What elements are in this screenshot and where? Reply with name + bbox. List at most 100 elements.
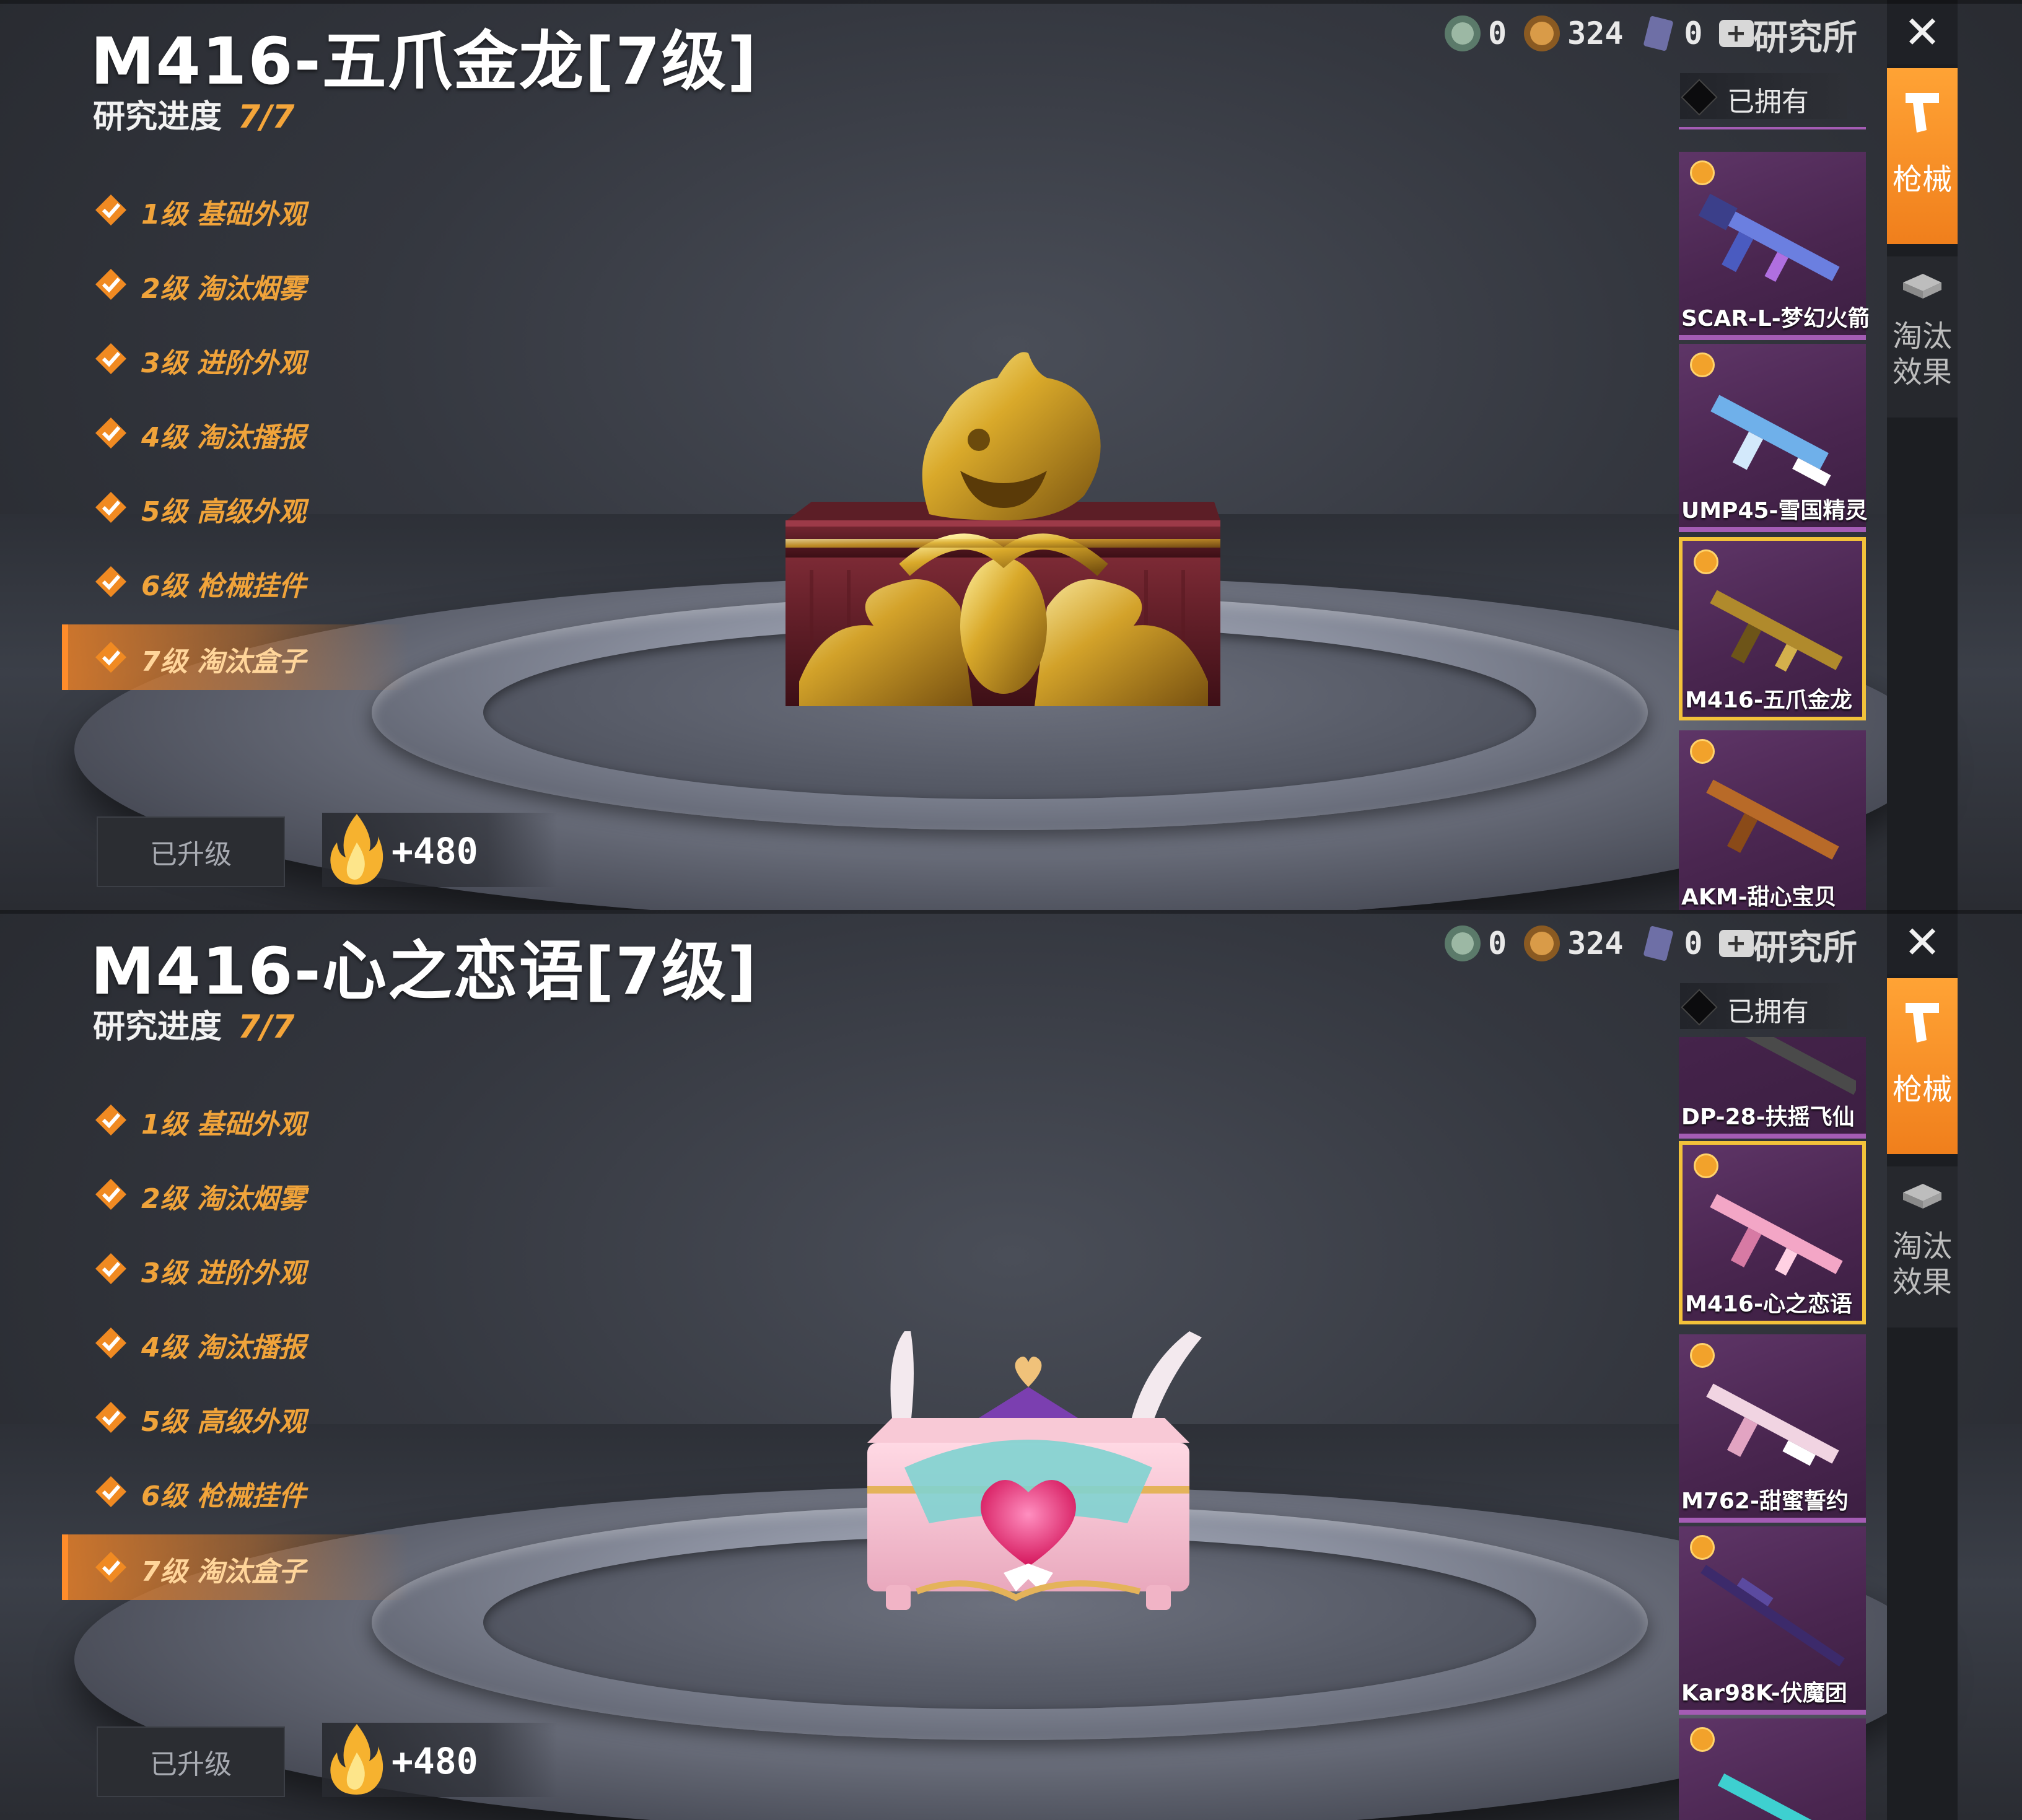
skin-card[interactable]: SCAR-L-梦幻火箭 bbox=[1679, 152, 1868, 340]
flame-icon bbox=[330, 1724, 383, 1795]
check-diamond-icon bbox=[95, 1402, 126, 1433]
check-diamond-icon bbox=[95, 1105, 126, 1135]
level-label: 7级 淘汰盒子 bbox=[141, 646, 306, 678]
level-label: 1级 基础外观 bbox=[141, 199, 306, 230]
rarity-badge-icon bbox=[1694, 549, 1718, 574]
rarity-badge-icon bbox=[1690, 352, 1715, 377]
level-item-1[interactable]: 1级 基础外观 bbox=[62, 173, 409, 248]
skin-card-partial[interactable] bbox=[1679, 1718, 1866, 1820]
pistol-icon bbox=[1906, 93, 1939, 133]
skin-card[interactable]: M762-甜蜜誓约 bbox=[1679, 1334, 1866, 1523]
page-title: M416-心之恋语[7级] bbox=[90, 934, 758, 1009]
level-item-7[interactable]: 7级 淘汰盒子 bbox=[62, 1534, 409, 1600]
check-diamond-icon bbox=[95, 1179, 126, 1210]
check-diamond-icon bbox=[95, 1253, 126, 1284]
reward-display: +480 bbox=[322, 813, 558, 887]
research-progress: 研究进度 7/7 bbox=[93, 90, 294, 137]
skin-card-selected[interactable]: M416-五爪金龙 bbox=[1679, 537, 1866, 720]
plus-icon[interactable]: + bbox=[1718, 19, 1754, 48]
level-item-3[interactable]: 3级 进阶外观 bbox=[62, 322, 409, 396]
level-label: 5级 高级外观 bbox=[141, 496, 306, 528]
tab-effect-label: 淘汰 效果 bbox=[1892, 1229, 1952, 1300]
check-diamond-icon bbox=[95, 566, 126, 597]
level-item-7[interactable]: 7级 淘汰盒子 bbox=[62, 624, 409, 690]
sniper-icon bbox=[1700, 1565, 1845, 1667]
skin-name: DP-28-扶摇飞仙 bbox=[1681, 1105, 1855, 1130]
check-diamond-icon bbox=[95, 492, 126, 523]
currency-value-c: 0 bbox=[1684, 15, 1703, 51]
progress-value: 7/7 bbox=[238, 1008, 295, 1046]
level-list: 1级 基础外观 2级 淘汰烟雾 3级 进阶外观 4级 淘汰播报 5级 高级外观 … bbox=[62, 173, 409, 690]
coin-icon bbox=[1445, 15, 1481, 51]
crate-icon bbox=[1903, 1184, 1941, 1209]
skin-card[interactable]: DP-28-扶摇飞仙 bbox=[1679, 1037, 1866, 1139]
skin-card-selected[interactable]: M416-心之恋语 bbox=[1679, 1141, 1866, 1324]
rifle-icon bbox=[1710, 1194, 1843, 1276]
research-panel-top: M416-五爪金龙[7级] 研究进度 7/7 1级 基础外观 2级 淘汰烟雾 3级… bbox=[0, 0, 2022, 910]
skin-name: M416-五爪金龙 bbox=[1685, 688, 1852, 713]
check-diamond-icon bbox=[95, 642, 126, 673]
skin-card[interactable]: AKM-甜心宝贝 bbox=[1679, 730, 1866, 910]
level-item-4[interactable]: 4级 淘汰播报 bbox=[62, 396, 409, 471]
research-lab-label[interactable]: 研究所 bbox=[1753, 10, 1857, 60]
check-diamond-icon bbox=[95, 1552, 126, 1583]
rarity-badge-icon bbox=[1690, 739, 1715, 764]
skin-list[interactable]: SCAR-L-梦幻火箭 UMP45-雪国精灵 M416-五爪金龙 AKM-甜心宝… bbox=[1676, 127, 1868, 910]
gold-dragon-crate bbox=[786, 352, 1220, 706]
pink-heart-crate bbox=[867, 1331, 1202, 1610]
currency-value-c: 0 bbox=[1684, 925, 1703, 961]
close-icon[interactable]: ✕ bbox=[1887, 0, 1958, 64]
currency-value-a: 0 bbox=[1488, 15, 1507, 51]
skin-card[interactable]: UMP45-雪国精灵 bbox=[1679, 344, 1867, 532]
level-label: 3级 进阶外观 bbox=[141, 1258, 306, 1289]
tab-guns[interactable]: 枪械 bbox=[1887, 978, 1958, 1154]
owned-filter[interactable]: 已拥有 bbox=[1680, 73, 1847, 119]
rifle-icon bbox=[1706, 779, 1839, 860]
level-item-2[interactable]: 2级 淘汰烟雾 bbox=[62, 248, 409, 322]
rarity-badge-icon bbox=[1694, 1153, 1718, 1178]
reward-amount: +480 bbox=[392, 1740, 478, 1782]
card-icon bbox=[1643, 15, 1674, 51]
check-diamond-icon bbox=[95, 418, 126, 448]
level-item-4[interactable]: 4级 淘汰播报 bbox=[62, 1306, 409, 1381]
skin-name: M762-甜蜜誓约 bbox=[1681, 1489, 1849, 1514]
level-label: 6级 枪械挂件 bbox=[141, 571, 306, 602]
side-tabs: 枪械 淘汰 效果 bbox=[1887, 64, 1958, 910]
progress-value: 7/7 bbox=[238, 98, 295, 136]
level-item-1[interactable]: 1级 基础外观 bbox=[62, 1083, 409, 1158]
level-item-5[interactable]: 5级 高级外观 bbox=[62, 471, 409, 545]
skin-card-partial[interactable] bbox=[1679, 127, 1866, 129]
skin-name: Kar98K-伏魔团 bbox=[1681, 1681, 1847, 1706]
rifle-icon bbox=[1717, 1773, 1839, 1820]
level-item-6[interactable]: 6级 枪械挂件 bbox=[62, 545, 409, 619]
level-item-5[interactable]: 5级 高级外观 bbox=[62, 1381, 409, 1455]
rifle-icon bbox=[1698, 193, 1840, 282]
level-item-3[interactable]: 3级 进阶外观 bbox=[62, 1232, 409, 1306]
upgraded-button[interactable]: 已升级 bbox=[97, 1726, 285, 1797]
rarity-badge-icon bbox=[1690, 1727, 1715, 1752]
level-label: 2级 淘汰烟雾 bbox=[141, 1183, 306, 1215]
research-progress: 研究进度 7/7 bbox=[93, 1000, 294, 1047]
tab-guns[interactable]: 枪械 bbox=[1887, 68, 1958, 244]
check-diamond-icon bbox=[95, 269, 126, 300]
level-label: 3级 进阶外观 bbox=[141, 348, 306, 379]
level-label: 4级 淘汰播报 bbox=[141, 422, 306, 453]
tab-effect[interactable]: 淘汰 效果 bbox=[1887, 1166, 1958, 1328]
skin-card[interactable]: Kar98K-伏魔团 bbox=[1679, 1526, 1866, 1715]
skin-name: SCAR-L-梦幻火箭 bbox=[1681, 306, 1868, 331]
smg-icon bbox=[1710, 395, 1831, 486]
owned-filter[interactable]: 已拥有 bbox=[1680, 983, 1847, 1029]
level-item-2[interactable]: 2级 淘汰烟雾 bbox=[62, 1158, 409, 1232]
rarity-badge-icon bbox=[1690, 1343, 1715, 1368]
level-item-6[interactable]: 6级 枪械挂件 bbox=[62, 1455, 409, 1529]
tab-effect[interactable]: 淘汰 效果 bbox=[1887, 256, 1958, 418]
close-icon[interactable]: ✕ bbox=[1887, 910, 1958, 974]
research-lab-label[interactable]: 研究所 bbox=[1753, 920, 1857, 970]
level-label: 4级 淘汰播报 bbox=[141, 1332, 306, 1363]
skin-list[interactable]: DP-28-扶摇飞仙 M416-心之恋语 M762-甜蜜誓约 Kar98K-伏魔… bbox=[1676, 1037, 1868, 1820]
upgraded-button[interactable]: 已升级 bbox=[97, 816, 285, 887]
check-diamond-icon bbox=[95, 195, 126, 225]
level-label: 5级 高级外观 bbox=[141, 1406, 306, 1438]
plus-icon[interactable]: + bbox=[1718, 929, 1754, 958]
currency-value-b: 324 bbox=[1567, 15, 1624, 51]
